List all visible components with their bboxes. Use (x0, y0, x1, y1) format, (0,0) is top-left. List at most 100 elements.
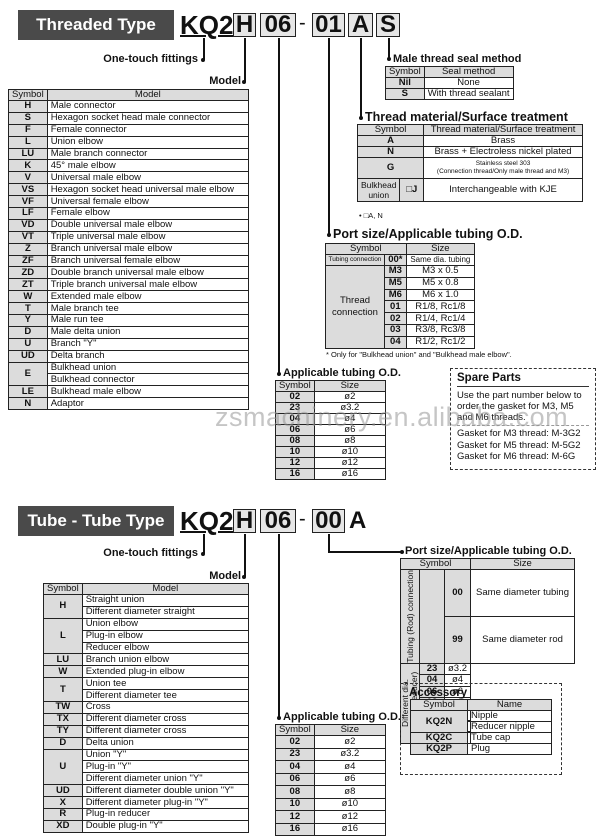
size-cell: Same diameter rod (470, 615, 575, 664)
symbol-cell: L (43, 617, 83, 655)
table-row: H Male connector (8, 100, 250, 113)
name-cell: Male run tee (46, 314, 250, 327)
desc-cell: Brass (423, 135, 583, 147)
col-header: Size (405, 243, 476, 255)
code-port-box: 01 (312, 13, 345, 37)
symbol-cell: K (8, 159, 48, 173)
accessory-table: Symbol Name KQ2N Nipple Reducer nipple KQ2C T… (410, 699, 552, 755)
table-row: R Plug-in reducer (43, 808, 250, 821)
connector-line (278, 534, 280, 718)
thread-connection-label: Thread connection (325, 265, 385, 349)
tubing-connection-label: Tubing connection (325, 254, 385, 266)
port-size-label: Port size/Applicable tubing O.D. (405, 545, 572, 557)
symbol-cell: KQ2N (410, 710, 468, 733)
symbol-cell: LU (43, 653, 83, 667)
port-note: * Only for "Bulkhead union" and "Bulkhea… (326, 350, 512, 359)
code-port-box: 00 (312, 509, 345, 533)
table-row: LF Female elbow (8, 207, 250, 220)
symbol-cell: X (43, 796, 83, 810)
symbol-cell: H (8, 100, 48, 113)
table-row: VF Universal female elbow (8, 195, 250, 209)
symbol-cell: LU (8, 147, 48, 161)
size-cell: ø8 (313, 785, 387, 799)
name-cell: Female connector (46, 123, 250, 137)
table-row: F Female connector (8, 123, 250, 137)
symbol-cell: U (8, 337, 48, 351)
symbol-cell: 04 (384, 335, 407, 349)
one-touch-label: One-touch fittings (103, 53, 198, 65)
table-row: 23 ø3.2 (275, 747, 387, 761)
name-cell: Male connector (46, 100, 250, 113)
symbol-cell: 08 (275, 785, 315, 799)
size-cell: ø3.2 (313, 747, 387, 761)
table-row: G Stainless steel 303 (Connection thread/O… (356, 157, 583, 179)
applicable-tubing-label: Applicable tubing O.D. (283, 711, 401, 723)
name-cell: Union tee (81, 677, 250, 691)
tube-model-table: Symbol Model H Straight union Different dia… (43, 583, 250, 833)
port-size-label: Port size/Applicable tubing O.D. (333, 227, 523, 241)
symbol-cell: M6 (384, 288, 407, 302)
symbol-cell: ZF (8, 254, 48, 268)
symbol-cell: 02 (384, 312, 407, 325)
code-seal-box: S (376, 13, 400, 37)
table-row: U Branch "Y" (8, 337, 250, 351)
size-cell: ø6 (313, 772, 387, 786)
size-cell: R1/4, Rc1/4 (405, 312, 476, 325)
name-cell: Straight union (81, 594, 250, 607)
name-cell: Triple universal male elbow (46, 230, 250, 244)
size-cell: ø10 (313, 446, 387, 458)
symbol-cell: VD (8, 218, 48, 232)
table-row: TX Different diameter cross (43, 712, 250, 726)
table-row: W Extended plug-in elbow (43, 665, 250, 679)
code-tubing-box: 06 (260, 509, 296, 533)
symbol-cell: W (43, 665, 83, 679)
code-tubing-box: 06 (260, 13, 296, 37)
table-row: L Union elbow (8, 135, 250, 149)
name-cell: Hexagon socket head male connector (46, 111, 250, 125)
connector-line (328, 534, 330, 552)
col-header: Symbol (399, 558, 472, 570)
table-row: H Straight union (43, 594, 250, 619)
name-cell: Branch universal male elbow (46, 242, 250, 256)
col-header: Symbol (275, 724, 315, 736)
name-cell: Nipple (467, 710, 552, 722)
table-row: 08ø8 (275, 435, 387, 447)
symbol-cell: 10 (275, 446, 315, 458)
symbol-cell: A (356, 135, 425, 147)
connector-line (244, 534, 246, 577)
symbol-cell: Y (8, 314, 48, 327)
name-cell: Cross (81, 701, 250, 714)
name-cell: Branch "Y" (46, 337, 250, 351)
table-row: S With thread sealant (385, 88, 514, 100)
code-suffix: A (349, 507, 367, 534)
symbol-cell: 16 (275, 822, 315, 836)
watermark: zsmachinery.en.alibaba.com (215, 402, 569, 432)
material-note: • □A, N (359, 211, 383, 220)
table-row: ZD Double branch universal male elbow (8, 266, 250, 280)
name-cell: Bulkhead male elbow (46, 385, 250, 399)
port-size-table: Symbol Size Tubing connection 00* Same dia.… (325, 243, 476, 349)
symbol-cell: □J (399, 178, 425, 202)
name-cell: Double plug-in "Y" (81, 819, 250, 833)
name-cell: Plug-in "Y" (81, 760, 250, 774)
table-row: VD Double universal male elbow (8, 218, 250, 232)
name-cell: Male branch tee (46, 302, 250, 316)
symbol-cell: TX (43, 712, 83, 726)
table-row: 12ø12 (275, 810, 387, 824)
table-row: 06 ø6 (275, 772, 387, 786)
size-cell: ø3.2 (443, 662, 472, 676)
col-header: Seal method (423, 66, 514, 78)
col-header: Size (313, 380, 387, 392)
col-header: Thread material/Surface treatment (423, 124, 583, 136)
code-model-box: H (233, 13, 256, 37)
symbol-cell: UD (43, 784, 83, 798)
symbol-cell: T (8, 302, 48, 316)
size-cell: M3 x 0.5 (405, 265, 476, 278)
tubing-rod-connection-label: Tubing (Rod) connection (404, 570, 415, 663)
table-row: 16ø16 (275, 468, 387, 480)
applicable-tubing-table: Symbol Size 02 ø2 23 ø3.2 04 ø4 06 ø6 08 ø8 10 ø10 12… (275, 724, 387, 836)
gasket-line: Gasket for M6 thread: M-6G (457, 451, 576, 462)
table-row: U Union "Y" (43, 748, 250, 786)
col-header: Symbol (275, 380, 315, 392)
table-row: Thread connection M3 M3 x 0.5 (325, 265, 476, 349)
